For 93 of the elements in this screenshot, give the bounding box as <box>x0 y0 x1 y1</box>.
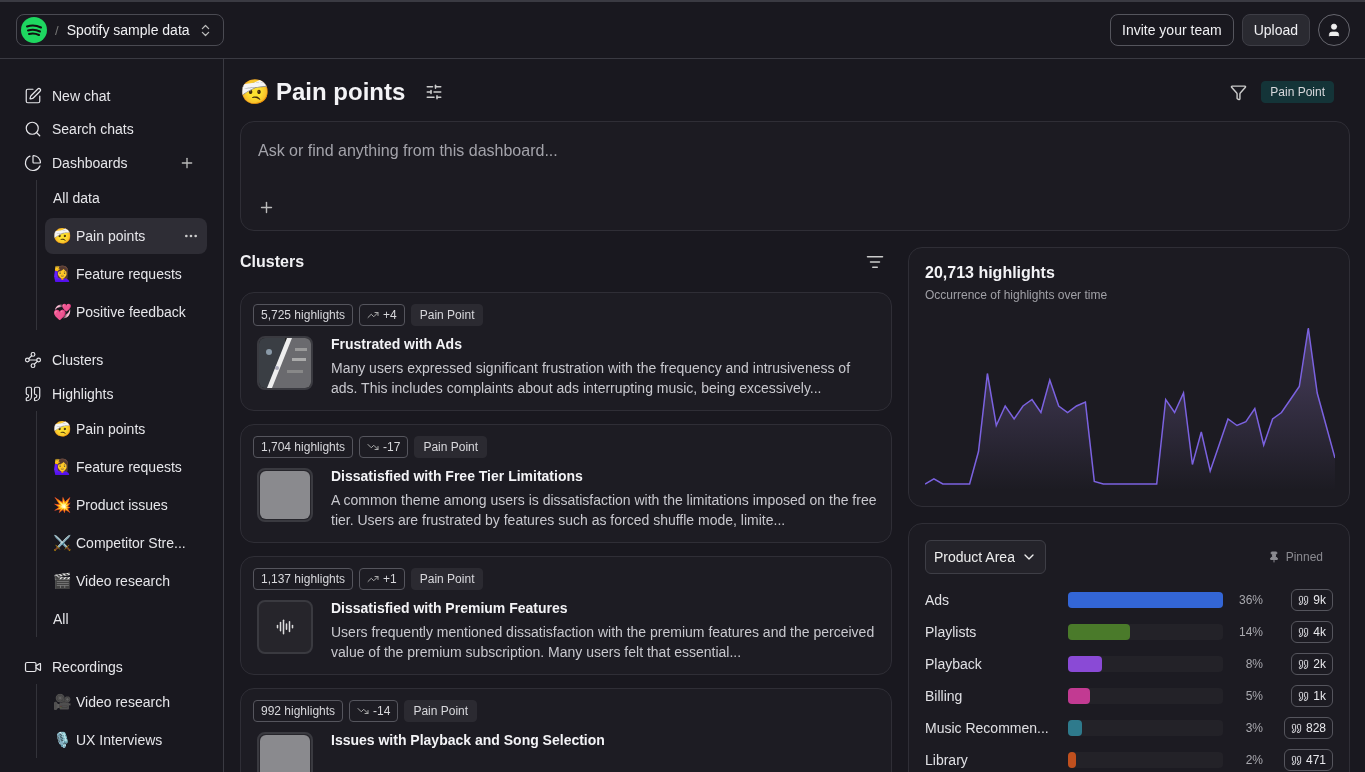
sidebar-item[interactable]: All <box>45 600 207 637</box>
percent-value: 14% <box>1237 625 1263 639</box>
quote-icon <box>1290 754 1302 766</box>
percent-value: 2% <box>1244 753 1263 767</box>
upload-button[interactable]: Upload <box>1241 14 1310 46</box>
row-label: Library <box>925 752 969 768</box>
sidebar-item[interactable]: 🙋‍♀ Feature requests <box>45 255 207 292</box>
cluster-title: Dissatisfied with Premium Features <box>331 600 569 616</box>
highlights-total: 20,713 highlights <box>925 264 1056 282</box>
sidebar-item[interactable]: 💥 Product issues <box>45 486 207 523</box>
quote-icon <box>1298 594 1310 606</box>
sidebar-item[interactable]: Recordings <box>24 650 207 684</box>
row-label: Music Recommen... <box>925 720 1050 736</box>
section-title: Clusters <box>240 253 305 271</box>
trend-up-icon <box>367 309 380 321</box>
filter-tag: Pain Point <box>1261 81 1334 103</box>
workspace-switcher[interactable]: / Spotify sample data <box>16 14 224 46</box>
sort-icon[interactable] <box>866 253 884 271</box>
cluster-card[interactable] <box>240 556 892 675</box>
sidebar-item[interactable]: Highlights <box>24 377 207 411</box>
highlight-count: 5,725 highlights <box>253 304 354 326</box>
cluster-title: Dissatisfied with Free Tier Limitations <box>331 468 584 484</box>
cluster-description: Users frequently mentioned dissatisfaction with the premium features and the perceived value of the premium subscription. Many users felt that essential... <box>331 623 876 662</box>
quote-count[interactable]: 2k <box>1291 653 1333 675</box>
sidebar-item[interactable]: 💞 Positive feedback <box>45 293 207 330</box>
quote-icon <box>1298 626 1310 638</box>
trend-change: -14 <box>373 704 391 718</box>
quote-count[interactable]: 9k <box>1291 589 1333 611</box>
row-label: Playback <box>925 656 983 672</box>
quote-count[interactable]: 471 <box>1283 749 1333 771</box>
percent-value: 8% <box>1244 657 1263 671</box>
quote-count[interactable]: 828 <box>1283 717 1333 739</box>
sidebar-item[interactable]: All data <box>45 179 207 216</box>
percent-value: 36% <box>1237 593 1263 607</box>
sidebar-item[interactable]: ⚔ Competitor Stre... <box>45 524 207 561</box>
sidebar-item[interactable]: 🤕 Pain points <box>45 217 207 254</box>
sidebar-item[interactable]: 🎬 Video research <box>45 562 207 599</box>
sidebar-item[interactable]: 🎙 UX Interviews <box>45 722 207 758</box>
highlight-count: 1,704 highlights <box>253 436 354 458</box>
chart-subtitle: Occurrence of highlights over time <box>925 288 1109 302</box>
cluster-card[interactable] <box>240 292 892 411</box>
pin-icon <box>1267 551 1280 563</box>
trend-change: +4 <box>383 308 397 322</box>
sidebar-item[interactable]: Clusters <box>24 343 207 377</box>
sidebar-item[interactable]: Search chats <box>24 112 207 146</box>
highlight-count: 1,137 highlights <box>253 568 354 590</box>
page-title: 🤕 Pain points <box>240 78 406 106</box>
trend-up-icon <box>367 573 380 585</box>
user-icon <box>1326 22 1342 38</box>
quote-count[interactable]: 4k <box>1291 621 1333 643</box>
row-label: Billing <box>925 688 964 704</box>
trend-change: +1 <box>383 572 397 586</box>
cluster-card[interactable] <box>240 424 892 543</box>
cluster-title: Issues with Playback and Song Selection <box>331 732 605 748</box>
quote-count[interactable]: 1k <box>1291 685 1333 707</box>
quote-icon <box>24 384 42 403</box>
category-tag: Pain Point <box>414 436 488 458</box>
percent-value: 3% <box>1244 721 1263 735</box>
trend-change: -17 <box>383 440 401 454</box>
product-area-dropdown[interactable]: Product Area <box>925 540 1046 574</box>
invite-team-button[interactable]: Invite your team <box>1110 14 1234 46</box>
settings-icon[interactable] <box>425 83 444 101</box>
cluster-card[interactable]: 992 highlights -14 Pain Point Issues with Playback and Song Selection <box>240 688 892 772</box>
path-icon <box>24 351 42 370</box>
highlight-count: 992 highlights <box>253 700 344 722</box>
sidebar-item[interactable]: 🙋‍♀ Feature requests <box>45 448 207 485</box>
cluster-description: Many users expressed significant frustration with the frequency and intrusiveness of ads. This includes complaints about ads interrupting music, being excessively... <box>331 359 852 398</box>
quote-icon <box>1298 658 1310 670</box>
pinned-label: Pinned <box>1285 550 1323 564</box>
quote-icon <box>1298 690 1310 702</box>
sidebar-item[interactable]: 🎥 Video research <box>45 684 207 720</box>
add-icon[interactable] <box>258 199 275 216</box>
row-label: Ads <box>925 592 951 608</box>
sidebar-item[interactable]: 🤕 Pain points <box>45 410 207 447</box>
logo-icon <box>21 17 47 43</box>
pie-chart-icon <box>24 153 42 172</box>
cluster-title: Frustrated with Ads <box>331 336 463 352</box>
row-label: Playlists <box>925 624 978 640</box>
percent-value: 5% <box>1244 689 1263 703</box>
trend-down-icon <box>357 705 370 717</box>
quote-icon <box>1290 722 1302 734</box>
cluster-description: A common theme among users is dissatisfaction with the limitations imposed on the free tier. Users are frustrated by features such as forced shuffle mode, limite... <box>331 491 878 530</box>
category-tag: Pain Point <box>404 700 478 722</box>
sidebar-item[interactable]: New chat <box>24 79 207 113</box>
category-tag: Pain Point <box>410 568 484 590</box>
ask-field[interactable]: Ask or find anything from this dashboard... <box>258 142 1332 160</box>
sidebar-item[interactable]: Dashboards <box>24 146 207 180</box>
search-icon <box>24 120 42 139</box>
category-tag: Pain Point <box>410 304 484 326</box>
trend-down-icon <box>367 441 380 453</box>
audio-wave-icon <box>276 618 294 636</box>
new-chat-icon <box>24 86 42 105</box>
filter-icon[interactable] <box>1230 83 1248 101</box>
